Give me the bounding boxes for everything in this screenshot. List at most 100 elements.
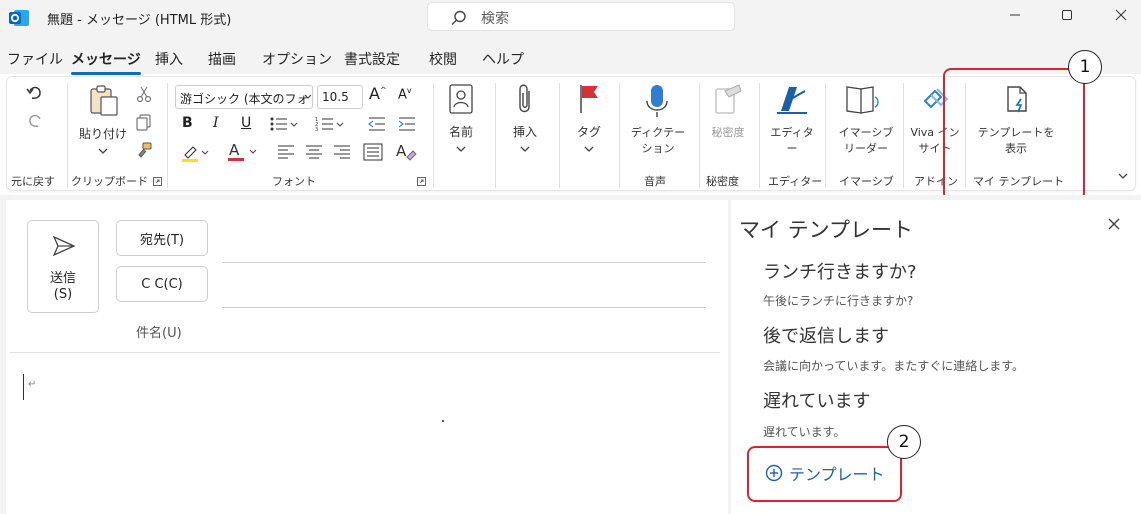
font-size-value: 10.5 [322, 90, 349, 104]
tab-insert[interactable]: 挿入 [155, 49, 183, 69]
callout-number: 1 [1068, 50, 1102, 84]
callout-number: 2 [887, 425, 921, 459]
dialog-launcher-icon[interactable] [153, 177, 162, 186]
bullets-icon[interactable] [269, 115, 299, 133]
font-name-select[interactable]: 游ゴシック (本文のフォ [175, 85, 313, 109]
template-body[interactable]: 午後にランチに行きますか? [763, 292, 913, 309]
ribbon-separator [167, 83, 168, 188]
dialog-launcher-icon[interactable] [417, 177, 426, 186]
bold-button[interactable]: B [182, 115, 193, 131]
editor-label[interactable]: エディター [769, 125, 815, 157]
svg-text:3: 3 [315, 127, 318, 133]
send-button[interactable]: 送信 (S) [27, 220, 99, 313]
close-icon[interactable] [1104, 214, 1124, 234]
maximize-button[interactable] [1042, 0, 1092, 30]
message-body[interactable] [6, 355, 728, 514]
template-title[interactable]: 遅れています [763, 387, 870, 413]
group-font-label: フォント [272, 175, 316, 188]
insert-label[interactable]: 挿入 [503, 123, 547, 140]
numbering-icon[interactable]: 123 [315, 115, 345, 133]
cc-button[interactable]: C C(C) [116, 266, 208, 302]
flag-icon[interactable] [577, 83, 601, 115]
microphone-icon[interactable] [645, 83, 669, 119]
tab-message[interactable]: メッセージ [71, 49, 141, 75]
subject-input[interactable] [10, 352, 720, 353]
svg-text:A: A [396, 142, 407, 160]
search-placeholder: 検索 [481, 11, 509, 27]
pane-title: マイ テンプレート [739, 218, 914, 242]
tab-format[interactable]: 書式設定 [344, 49, 400, 69]
font-color-icon[interactable]: A [227, 141, 259, 163]
font-name-value: 游ゴシック (本文のフォ [180, 92, 309, 106]
chevron-down-icon[interactable] [455, 145, 467, 153]
font-size-select[interactable]: 10.5 [317, 85, 363, 109]
immersive-reader-icon[interactable] [845, 83, 883, 117]
decrease-indent-icon[interactable] [367, 115, 387, 133]
immersive-label[interactable]: イマーシブリーダー [835, 125, 897, 157]
to-input[interactable] [222, 262, 706, 263]
template-body[interactable]: 会議に向かっています。またすぐに連絡します。 [763, 357, 1024, 374]
highlight-box-templates-button [943, 68, 1085, 201]
copy-icon[interactable] [135, 113, 153, 131]
sensitivity-icon[interactable] [713, 83, 743, 117]
paste-icon[interactable] [87, 83, 121, 117]
name-label[interactable]: 名前 [439, 123, 483, 140]
ribbon-separator [67, 83, 68, 188]
undo-icon[interactable] [25, 83, 45, 103]
sensitivity-label[interactable]: 秘密度 [705, 125, 751, 141]
highlight-icon[interactable] [181, 143, 211, 163]
title-bar: 無題 - メッセージ (HTML 形式) 検索 [0, 0, 1141, 38]
justify-icon[interactable] [363, 143, 383, 161]
group-clipboard-label: クリップボード [71, 175, 148, 188]
group-editor-label: エディター [768, 175, 823, 188]
dictate-label[interactable]: ディクテーション [627, 125, 689, 157]
chevron-down-icon[interactable] [97, 147, 109, 155]
editor-icon[interactable] [775, 83, 809, 117]
maximize-icon [1062, 10, 1072, 20]
clear-formatting-icon[interactable]: A [395, 141, 417, 163]
minimize-icon [1010, 14, 1020, 16]
tag-label[interactable]: タグ [567, 123, 611, 140]
tab-review[interactable]: 校閲 [429, 49, 457, 69]
template-title[interactable]: ランチ行きますか? [763, 258, 917, 284]
chevron-down-icon [304, 94, 312, 99]
template-title[interactable]: 後で返信します [763, 322, 889, 348]
tab-help[interactable]: ヘルプ [482, 49, 524, 69]
search-box[interactable]: 検索 [427, 2, 735, 31]
send-icon [52, 235, 76, 257]
collapse-ribbon-icon[interactable] [1117, 171, 1129, 181]
chevron-down-icon[interactable] [519, 145, 531, 153]
tab-file[interactable]: ファイル [7, 49, 63, 69]
ribbon-separator [699, 83, 700, 188]
chevron-down-icon[interactable] [583, 145, 595, 153]
window-title: 無題 - メッセージ (HTML 形式) [47, 13, 232, 28]
shrink-font-button[interactable]: Av [398, 86, 412, 102]
ribbon-separator [495, 83, 496, 188]
minimize-button[interactable] [990, 0, 1040, 30]
format-painter-icon[interactable] [135, 141, 153, 159]
increase-indent-icon[interactable] [397, 115, 417, 133]
ribbon-separator [903, 83, 904, 188]
underline-button[interactable]: U [241, 115, 251, 131]
ribbon-separator [619, 83, 620, 188]
tab-draw[interactable]: 描画 [208, 49, 236, 69]
paste-label[interactable]: 貼り付け [75, 125, 131, 142]
tab-options[interactable]: オプション [262, 49, 332, 69]
align-center-icon[interactable] [305, 143, 323, 161]
cc-input[interactable] [222, 307, 706, 308]
address-book-icon[interactable] [447, 83, 475, 115]
template-body[interactable]: 遅れています。 [763, 423, 845, 440]
to-button[interactable]: 宛先(T) [116, 220, 208, 256]
close-button[interactable] [1096, 0, 1141, 30]
outlook-icon [9, 10, 29, 26]
subject-label: 件名(U) [136, 326, 182, 341]
align-right-icon[interactable] [333, 143, 351, 161]
italic-button[interactable]: I [213, 115, 219, 131]
grow-font-button[interactable]: A^ [369, 84, 387, 103]
ribbon-separator [759, 83, 760, 188]
cut-icon[interactable] [135, 85, 153, 103]
redo-icon[interactable] [25, 111, 45, 131]
attach-icon[interactable] [515, 83, 535, 117]
search-icon [451, 10, 466, 25]
align-left-icon[interactable] [277, 143, 295, 161]
